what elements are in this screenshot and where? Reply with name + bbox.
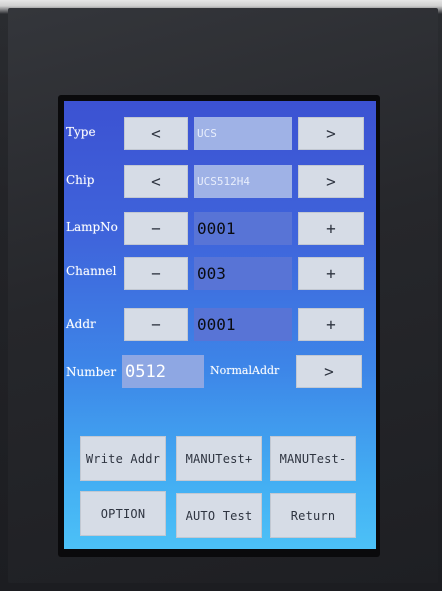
- channel-increment-button[interactable]: +: [298, 257, 364, 290]
- normaladdr-next-button[interactable]: >: [296, 355, 362, 388]
- lampno-value: 0001: [194, 212, 292, 245]
- channel-label: Channel: [66, 264, 117, 278]
- plus-icon: +: [326, 315, 336, 334]
- chip-next-button[interactable]: >: [298, 165, 364, 198]
- lampno-increment-button[interactable]: +: [298, 212, 364, 245]
- plus-icon: +: [326, 219, 336, 238]
- type-value: UCS: [194, 117, 292, 150]
- minus-icon: −: [151, 219, 161, 238]
- touch-screen: Type < UCS > Chip < UCS512H4 > LampNo − …: [64, 101, 376, 549]
- manu-test-minus-button[interactable]: MANUTest-: [270, 436, 356, 481]
- chevron-right-icon: >: [324, 362, 334, 381]
- auto-test-button[interactable]: AUTO Test: [176, 493, 262, 538]
- chip-label: Chip: [66, 173, 95, 187]
- addr-increment-button[interactable]: +: [298, 308, 364, 341]
- addr-decrement-button[interactable]: −: [124, 308, 188, 341]
- minus-icon: −: [151, 315, 161, 334]
- addr-value: 0001: [194, 308, 292, 341]
- lampno-decrement-button[interactable]: −: [124, 212, 188, 245]
- option-button[interactable]: OPTION: [80, 491, 166, 536]
- return-button[interactable]: Return: [270, 493, 356, 538]
- chevron-right-icon: >: [326, 124, 336, 143]
- normaladdr-label: NormalAddr: [210, 364, 280, 377]
- manu-test-plus-button[interactable]: MANUTest+: [176, 436, 262, 481]
- addr-label: Addr: [66, 317, 96, 331]
- plus-icon: +: [326, 264, 336, 283]
- chevron-left-icon: <: [151, 124, 161, 143]
- chip-prev-button[interactable]: <: [124, 165, 188, 198]
- number-value[interactable]: 0512: [122, 355, 204, 388]
- chip-value: UCS512H4: [194, 165, 292, 198]
- lampno-label: LampNo: [66, 220, 118, 234]
- minus-icon: −: [151, 264, 161, 283]
- type-prev-button[interactable]: <: [124, 117, 188, 150]
- channel-decrement-button[interactable]: −: [124, 257, 188, 290]
- write-addr-button[interactable]: Write Addr: [80, 436, 166, 481]
- chevron-left-icon: <: [151, 172, 161, 191]
- type-next-button[interactable]: >: [298, 117, 364, 150]
- number-label: Number: [66, 365, 117, 379]
- channel-value: 003: [194, 257, 292, 290]
- chevron-right-icon: >: [326, 172, 336, 191]
- type-label: Type: [66, 125, 96, 139]
